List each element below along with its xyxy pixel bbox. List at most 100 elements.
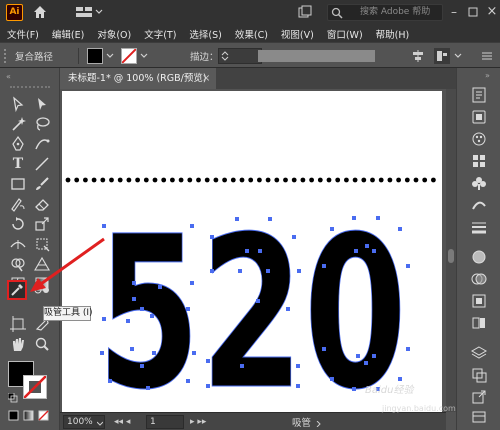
fill-color-swatch[interactable] bbox=[87, 48, 103, 64]
artboards-panel-icon[interactable] bbox=[469, 366, 489, 384]
anchor-point[interactable] bbox=[132, 281, 136, 285]
anchor-point[interactable] bbox=[206, 384, 210, 388]
anchor-point[interactable] bbox=[372, 354, 376, 358]
chevron-down-icon[interactable] bbox=[454, 52, 462, 60]
anchor-point[interactable] bbox=[258, 249, 262, 253]
control-bar-grip[interactable] bbox=[4, 49, 9, 63]
anchor-point[interactable] bbox=[292, 235, 296, 239]
menu-select[interactable]: 选择(S) bbox=[189, 27, 221, 41]
transparency-icon[interactable] bbox=[469, 270, 489, 288]
asset-export-icon[interactable] bbox=[469, 408, 489, 426]
menu-type[interactable]: 文字(T) bbox=[144, 27, 176, 41]
align-icon[interactable] bbox=[411, 49, 425, 63]
color-mode-buttons[interactable] bbox=[8, 410, 54, 422]
anchor-point[interactable] bbox=[354, 249, 358, 253]
anchor-point[interactable] bbox=[158, 285, 162, 289]
anchor-point[interactable] bbox=[100, 351, 104, 355]
artboard-prev-buttons[interactable]: ◂◂ ◂ bbox=[114, 415, 138, 429]
artboard[interactable]: 520 bbox=[62, 91, 442, 412]
eyedropper-icon[interactable] bbox=[9, 282, 25, 298]
panel-menu-icon[interactable] bbox=[480, 49, 494, 63]
variable-width-profile-field[interactable] bbox=[258, 50, 375, 62]
anchor-point[interactable] bbox=[186, 379, 190, 383]
anchor-point[interactable] bbox=[108, 379, 112, 383]
anchor-point[interactable] bbox=[296, 384, 300, 388]
anchor-point[interactable] bbox=[398, 227, 402, 231]
graphic-styles-icon[interactable] bbox=[469, 314, 489, 332]
appearance-icon[interactable] bbox=[469, 292, 489, 310]
anchor-point[interactable] bbox=[102, 317, 106, 321]
stepper-icon[interactable] bbox=[221, 50, 229, 62]
anchor-point[interactable] bbox=[235, 217, 239, 221]
chevron-down-icon[interactable] bbox=[106, 52, 114, 60]
anchor-point[interactable] bbox=[406, 264, 410, 268]
swatches-icon[interactable] bbox=[469, 152, 489, 170]
color-panel-icon[interactable] bbox=[469, 130, 489, 148]
anchor-point[interactable] bbox=[132, 297, 136, 301]
anchor-point[interactable] bbox=[152, 351, 156, 355]
anchor-point[interactable] bbox=[102, 224, 106, 228]
anchor-point[interactable] bbox=[297, 269, 301, 273]
lasso-icon[interactable] bbox=[33, 115, 51, 133]
anchor-point[interactable] bbox=[206, 359, 210, 363]
artboard-number-field[interactable]: 1 bbox=[146, 415, 184, 429]
anchor-point[interactable] bbox=[140, 307, 144, 311]
layers-icon[interactable] bbox=[469, 344, 489, 362]
artboard-icon[interactable] bbox=[9, 315, 27, 333]
anchor-point[interactable] bbox=[238, 269, 242, 273]
direct-selection-icon[interactable] bbox=[9, 95, 27, 113]
line-segment-icon[interactable] bbox=[33, 155, 51, 173]
gradient-panel-icon[interactable] bbox=[469, 248, 489, 266]
chevron-down-icon[interactable] bbox=[140, 52, 148, 60]
anchor-point[interactable] bbox=[372, 249, 376, 253]
menu-object[interactable]: 对象(O) bbox=[97, 27, 131, 41]
artwork-text-520[interactable]: 520 bbox=[97, 191, 408, 413]
collapse-toolbar-icon[interactable]: « bbox=[6, 72, 11, 81]
default-colors-icon[interactable] bbox=[7, 392, 18, 403]
close-tab-icon[interactable]: × bbox=[202, 68, 210, 89]
rectangle-icon[interactable] bbox=[9, 175, 27, 193]
maximize-window-button[interactable] bbox=[465, 4, 481, 20]
anchor-point[interactable] bbox=[266, 269, 270, 273]
anchor-point[interactable] bbox=[126, 319, 130, 323]
stroke-color-swatch[interactable] bbox=[121, 48, 137, 64]
anchor-point[interactable] bbox=[240, 364, 244, 368]
export-icon[interactable] bbox=[469, 388, 489, 406]
libraries-icon[interactable] bbox=[469, 108, 489, 126]
menu-effect[interactable]: 效果(C) bbox=[235, 27, 268, 41]
anchor-point[interactable] bbox=[322, 264, 326, 268]
anchor-point[interactable] bbox=[256, 299, 260, 303]
canvas-area[interactable]: 520 bbox=[60, 89, 446, 412]
anchor-point[interactable] bbox=[146, 386, 150, 390]
anchor-point[interactable] bbox=[365, 244, 369, 248]
anchor-point[interactable] bbox=[364, 361, 368, 365]
zoom-icon[interactable] bbox=[33, 335, 51, 353]
artwork[interactable]: 520 bbox=[62, 91, 442, 412]
selection-icon[interactable] bbox=[33, 95, 51, 113]
pen-icon[interactable] bbox=[9, 135, 27, 153]
properties-icon[interactable] bbox=[469, 86, 489, 104]
anchor-point[interactable] bbox=[268, 217, 272, 221]
chevron-right-icon[interactable] bbox=[316, 419, 322, 428]
menu-edit[interactable]: 编辑(E) bbox=[52, 27, 84, 41]
stroke-panel-icon[interactable] bbox=[469, 218, 489, 236]
anchor-point[interactable] bbox=[286, 307, 290, 311]
anchor-point[interactable] bbox=[186, 307, 190, 311]
symbols-icon[interactable] bbox=[469, 174, 489, 192]
shaper-icon[interactable] bbox=[9, 195, 27, 213]
scale-icon[interactable] bbox=[33, 215, 51, 233]
minimize-window-button[interactable]: – bbox=[446, 4, 462, 20]
document-tab[interactable]: 未标题-1* @ 100% (RGB/预览) bbox=[60, 68, 216, 89]
transform-icon[interactable] bbox=[434, 48, 450, 64]
anchor-point[interactable] bbox=[140, 364, 144, 368]
menu-window[interactable]: 窗口(W) bbox=[327, 27, 363, 41]
type-icon[interactable]: T bbox=[9, 155, 27, 173]
anchor-point[interactable] bbox=[352, 216, 356, 220]
curvature-icon[interactable] bbox=[33, 135, 51, 153]
menu-view[interactable]: 视图(V) bbox=[281, 27, 314, 41]
home-icon[interactable] bbox=[32, 4, 48, 20]
anchor-point[interactable] bbox=[322, 347, 326, 351]
stroke-swatch-large[interactable] bbox=[23, 375, 47, 399]
rotate-icon[interactable] bbox=[9, 215, 27, 233]
anchor-point[interactable] bbox=[376, 216, 380, 220]
